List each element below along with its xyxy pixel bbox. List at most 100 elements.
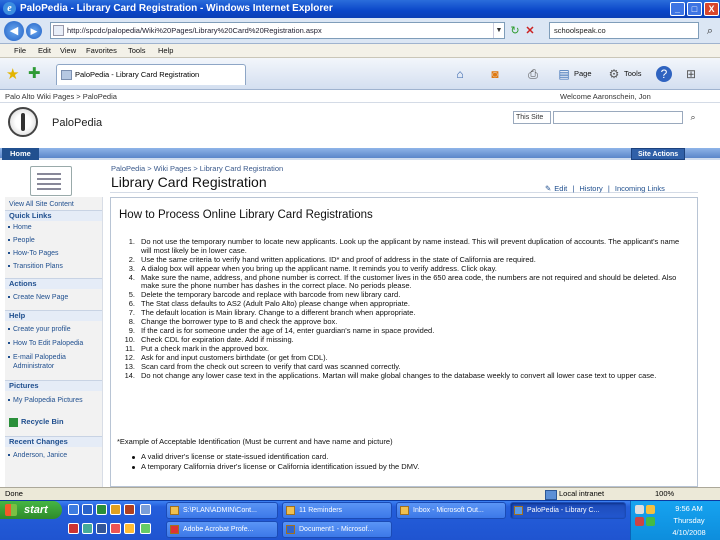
site-search-input[interactable]	[553, 111, 683, 124]
nav-create-new-page[interactable]: Create New Page	[8, 293, 68, 302]
home-icon[interactable]: ⌂	[452, 66, 468, 82]
taskbar-button-word[interactable]: Document1 - Microsof...	[282, 521, 392, 538]
tools-menu-label[interactable]: Tools	[624, 67, 642, 81]
zoom-level[interactable]: 100%	[655, 488, 674, 500]
menu-edit[interactable]: Edit	[38, 45, 51, 57]
top-link-bar: Home Site Actions	[0, 148, 720, 160]
refresh-icon[interactable]: ↻	[508, 24, 522, 38]
powerpoint-quicklaunch-icon[interactable]	[124, 504, 135, 515]
edit-icon[interactable]: ✎	[545, 184, 551, 193]
step-text: Check CDL for expiration date. Add if mi…	[141, 335, 294, 344]
app-quicklaunch-icon[interactable]	[140, 523, 151, 534]
word-quicklaunch-icon[interactable]	[82, 504, 93, 515]
clock-day: Thursday	[673, 516, 705, 525]
outlook-quicklaunch-icon[interactable]	[110, 504, 121, 515]
page-menu-label[interactable]: Page	[574, 67, 592, 81]
start-button[interactable]: start	[0, 501, 62, 519]
show-desktop-icon[interactable]	[140, 504, 151, 515]
history-link[interactable]: History	[579, 184, 602, 193]
actions-header[interactable]: Actions	[5, 278, 102, 289]
menu-favorites[interactable]: Favorites	[86, 45, 117, 57]
minimize-button[interactable]: _	[670, 2, 685, 16]
network-icon[interactable]	[635, 505, 644, 514]
taskbar-button-outlook[interactable]: Inbox - Microsoft Out...	[396, 502, 506, 519]
menu-view[interactable]: View	[60, 45, 76, 57]
address-toolbar: ◀ ▶ http://spcdc/palopedia/Wiki%20Pages/…	[0, 18, 720, 44]
maximize-button[interactable]: □	[687, 2, 702, 16]
volume-icon[interactable]	[646, 505, 655, 514]
tools-gear-icon[interactable]: ⚙	[606, 66, 622, 82]
nav-my-pictures-label: My Palopedia Pictures	[13, 397, 83, 404]
app-quicklaunch-icon[interactable]	[110, 523, 121, 534]
site-title[interactable]: PaloPedia	[52, 117, 102, 129]
ie-icon	[514, 506, 523, 515]
nav-transition-plans[interactable]: Transition Plans	[8, 262, 63, 271]
favorites-star-icon[interactable]: ★	[6, 65, 19, 83]
nav-my-pictures[interactable]: My Palopedia Pictures	[8, 396, 83, 405]
acrobat-quicklaunch-icon[interactable]	[68, 523, 79, 534]
excel-quicklaunch-icon[interactable]	[96, 504, 107, 515]
nav-how-to-edit[interactable]: How To Edit Palopedia	[8, 339, 83, 348]
print-icon[interactable]: ⎙	[525, 66, 541, 82]
nav-people[interactable]: People	[8, 236, 35, 245]
add-favorite-icon[interactable]: ✚	[28, 64, 41, 82]
taskbar-label: Document1 - Microsof...	[299, 526, 374, 533]
app-quicklaunch-icon[interactable]	[124, 523, 135, 534]
bullet-icon	[8, 252, 10, 254]
site-search-icon[interactable]: ⌕	[686, 110, 700, 124]
ie-quicklaunch-icon[interactable]	[68, 504, 79, 515]
forward-button[interactable]: ▶	[26, 23, 42, 39]
security-zone[interactable]: Local intranet	[545, 488, 604, 500]
nav-email-admin[interactable]: E-mail Palopedia Administrator	[8, 353, 97, 371]
page-menu-icon[interactable]: ▤	[556, 66, 572, 82]
site-actions-menu[interactable]: Site Actions	[631, 148, 686, 160]
site-breadcrumb[interactable]: Palo Alto Wiki Pages > PaloPedia	[5, 92, 117, 101]
taskbar-button-explorer[interactable]: S:\PLAN\ADMIN\Cont...	[166, 502, 278, 519]
menu-file[interactable]: File	[14, 45, 26, 57]
recent-change-item[interactable]: Anderson, Janice	[8, 451, 67, 460]
nav-how-to-pages[interactable]: How-To Pages	[8, 249, 59, 258]
menu-tools[interactable]: Tools	[128, 45, 146, 57]
tab-home[interactable]: Home	[2, 148, 39, 160]
help-header[interactable]: Help	[5, 310, 102, 321]
toolbar-separator: |	[607, 184, 610, 193]
incoming-links-link[interactable]: Incoming Links	[615, 184, 665, 193]
back-button[interactable]: ◀	[4, 21, 24, 41]
app-quicklaunch-icon[interactable]	[96, 523, 107, 534]
pictures-header[interactable]: Pictures	[5, 380, 102, 391]
window-title-bar[interactable]: e PaloPedia - Library Card Registration …	[0, 0, 720, 18]
help-icon[interactable]: ?	[656, 66, 672, 82]
nav-home[interactable]: Home	[8, 223, 32, 232]
recycle-bin-link[interactable]: Recycle Bin	[9, 416, 64, 427]
search-input[interactable]: schoolspeak.co	[549, 22, 699, 39]
close-button[interactable]: X	[704, 2, 719, 16]
search-scope-select[interactable]: This Site	[513, 111, 551, 124]
taskbar-label: 11 Reminders	[299, 507, 343, 514]
edit-link[interactable]: Edit	[554, 184, 567, 193]
taskbar-button-acrobat[interactable]: Adobe Acrobat Profe...	[166, 521, 278, 538]
quick-links-header[interactable]: Quick Links	[5, 210, 102, 221]
welcome-menu[interactable]: Welcome Aaronschein, Jon	[560, 92, 651, 101]
bullet-icon	[8, 342, 10, 344]
tab-library-card-registration[interactable]: PaloPedia - Library Card Registration	[56, 64, 246, 85]
taskbar-button-reminders[interactable]: 11 Reminders	[282, 502, 392, 519]
view-all-site-content-link[interactable]: View All Site Content	[9, 200, 74, 209]
taskbar-button-palopedia[interactable]: PaloPedia - Library C...	[510, 502, 626, 519]
breadcrumb[interactable]: PaloPedia > Wiki Pages > Library Card Re…	[111, 164, 283, 173]
quick-launch: View All Site Content Quick Links Home P…	[5, 197, 103, 487]
recent-changes-header[interactable]: Recent Changes	[5, 436, 102, 447]
bullet-icon	[8, 328, 10, 330]
search-icon[interactable]: ⌕	[703, 24, 717, 38]
research-icon[interactable]: ⊞	[683, 66, 699, 82]
address-input[interactable]: http://spcdc/palopedia/Wiki%20Pages/Libr…	[50, 22, 505, 39]
address-dropdown-icon[interactable]: ▼	[493, 23, 504, 38]
app-quicklaunch-icon[interactable]	[82, 523, 93, 534]
tray-app-icon[interactable]	[646, 517, 655, 526]
menu-help[interactable]: Help	[158, 45, 173, 57]
sharepoint-page: Palo Alto Wiki Pages > PaloPedia Welcome…	[0, 90, 720, 487]
clock-time[interactable]: 9:56 AM	[659, 504, 719, 513]
nav-create-profile[interactable]: Create your profile	[8, 325, 71, 334]
stop-icon[interactable]: ✕	[523, 24, 537, 38]
feeds-icon[interactable]: ◙	[487, 66, 503, 82]
antivirus-icon[interactable]	[635, 517, 644, 526]
